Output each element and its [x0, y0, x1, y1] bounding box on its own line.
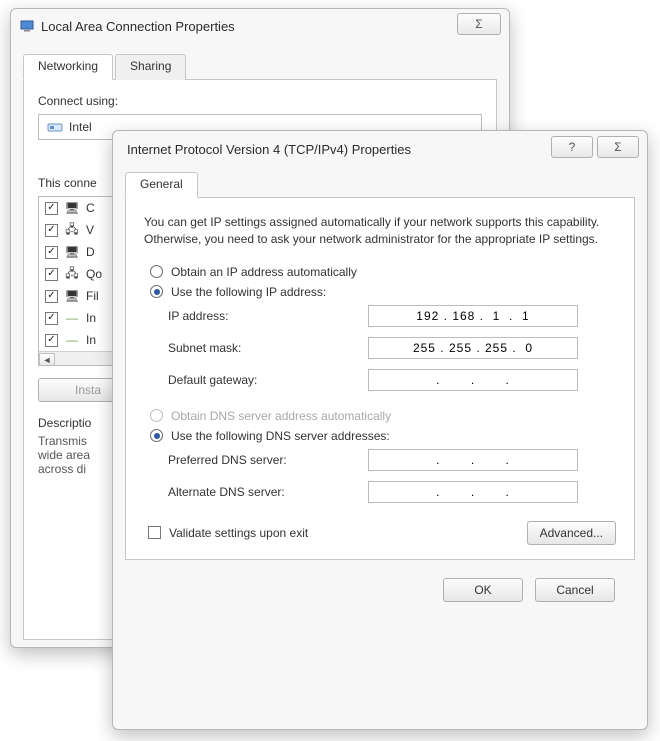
tab-networking[interactable]: Networking	[23, 54, 113, 80]
ip-address-input[interactable]	[368, 305, 578, 327]
radio-icon	[150, 265, 163, 278]
cancel-button[interactable]: Cancel	[535, 578, 615, 602]
protocol-icon: —	[64, 332, 80, 348]
network-icon	[19, 18, 35, 34]
advanced-button[interactable]: Advanced...	[527, 521, 616, 545]
protocol-icon: 🖧	[64, 222, 80, 238]
ipv4-titlebar[interactable]: Internet Protocol Version 4 (TCP/IPv4) P…	[113, 131, 647, 167]
tab-sharing[interactable]: Sharing	[115, 54, 186, 80]
preferred-dns-input[interactable]	[368, 449, 578, 471]
protocol-icon: 🖥	[64, 200, 80, 216]
radio-label: Use the following DNS server addresses:	[171, 429, 390, 443]
lac-close-button[interactable]: Σ	[457, 13, 501, 35]
radio-icon	[150, 285, 163, 298]
default-gateway-label: Default gateway:	[168, 373, 368, 387]
scroll-left-icon[interactable]: ◄	[39, 353, 55, 367]
default-gateway-input[interactable]	[368, 369, 578, 391]
radio-label: Obtain an IP address automatically	[171, 265, 357, 279]
radio-icon	[150, 429, 163, 442]
checkbox-icon	[148, 526, 161, 539]
radio-icon	[150, 409, 163, 422]
ipv4-title: Internet Protocol Version 4 (TCP/IPv4) P…	[121, 142, 411, 157]
protocol-icon: —	[64, 310, 80, 326]
subnet-mask-input[interactable]	[368, 337, 578, 359]
validate-settings-checkbox[interactable]: Validate settings upon exit	[144, 526, 308, 540]
list-item-label: In	[86, 333, 96, 347]
ipv4-properties-window: Internet Protocol Version 4 (TCP/IPv4) P…	[112, 130, 648, 730]
checkbox-icon[interactable]: ✓	[45, 224, 58, 237]
help-button[interactable]: ?	[551, 136, 593, 158]
protocol-icon: 🖥	[64, 288, 80, 304]
close-icon: Σ	[475, 17, 482, 31]
checkbox-icon[interactable]: ✓	[45, 246, 58, 259]
list-item-label: Fil	[86, 289, 99, 303]
adapter-icon	[47, 119, 63, 135]
checkbox-icon[interactable]: ✓	[45, 202, 58, 215]
ip-address-label: IP address:	[168, 309, 368, 323]
adapter-name: Intel	[69, 120, 92, 134]
list-item-label: D	[86, 245, 95, 259]
checkbox-icon[interactable]: ✓	[45, 334, 58, 347]
checkbox-icon[interactable]: ✓	[45, 290, 58, 303]
list-item-label: In	[86, 311, 96, 325]
ipv4-close-button[interactable]: Σ	[597, 136, 639, 158]
alternate-dns-label: Alternate DNS server:	[168, 485, 368, 499]
radio-obtain-ip-auto[interactable]: Obtain an IP address automatically	[144, 265, 616, 279]
preferred-dns-label: Preferred DNS server:	[168, 453, 368, 467]
subnet-mask-label: Subnet mask:	[168, 341, 368, 355]
close-icon: Σ	[614, 140, 621, 154]
ipv4-info-text: You can get IP settings assigned automat…	[144, 214, 616, 249]
protocol-icon: 🖧	[64, 266, 80, 282]
ipv4-panel: You can get IP settings assigned automat…	[125, 198, 635, 560]
alternate-dns-input[interactable]	[368, 481, 578, 503]
help-icon: ?	[569, 140, 576, 154]
list-item-label: Qo	[86, 267, 102, 281]
connect-using-label: Connect using:	[38, 94, 482, 108]
radio-label: Use the following IP address:	[171, 285, 326, 299]
lac-title: Local Area Connection Properties	[41, 19, 235, 34]
checkbox-icon[interactable]: ✓	[45, 312, 58, 325]
radio-use-following-dns[interactable]: Use the following DNS server addresses:	[144, 429, 616, 443]
radio-use-following-ip[interactable]: Use the following IP address:	[144, 285, 616, 299]
ok-button[interactable]: OK	[443, 578, 523, 602]
lac-titlebar[interactable]: Local Area Connection Properties Σ	[11, 9, 509, 43]
radio-obtain-dns-auto: Obtain DNS server address automatically	[144, 409, 616, 423]
validate-settings-label: Validate settings upon exit	[169, 526, 308, 540]
tab-general[interactable]: General	[125, 172, 198, 198]
protocol-icon: 🖥	[64, 244, 80, 260]
list-item-label: C	[86, 201, 95, 215]
checkbox-icon[interactable]: ✓	[45, 268, 58, 281]
radio-label: Obtain DNS server address automatically	[171, 409, 391, 423]
list-item-label: V	[86, 223, 94, 237]
